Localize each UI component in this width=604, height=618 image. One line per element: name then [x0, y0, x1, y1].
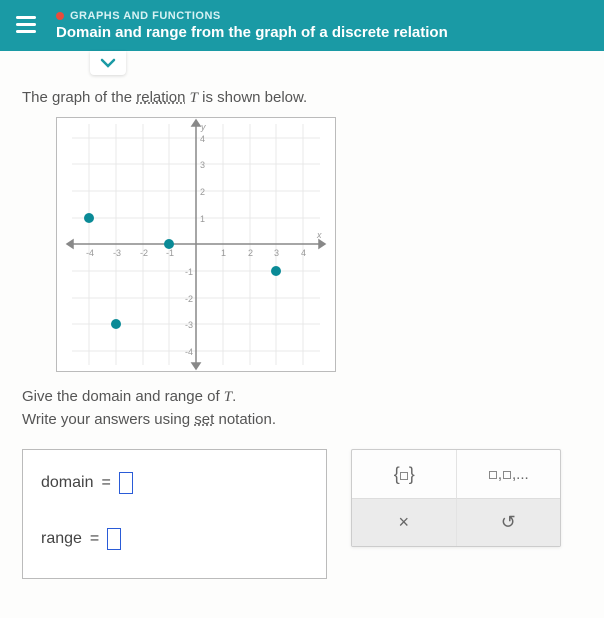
category-label: GRAPHS AND FUNCTIONS — [56, 10, 588, 22]
instructions: Give the domain and range of T. Write yo… — [22, 386, 582, 431]
answer-box: domain = range = — [22, 449, 327, 579]
menu-icon[interactable] — [16, 16, 36, 33]
x-tick: -4 — [86, 248, 94, 258]
x-axis-label: x — [316, 230, 322, 240]
x-tick: 3 — [274, 248, 279, 258]
prompt-text: The graph of the relation T is shown bel… — [22, 89, 582, 107]
y-tick: -3 — [185, 320, 193, 330]
page-title: Domain and range from the graph of a dis… — [56, 24, 588, 41]
instr-var: T — [224, 389, 232, 405]
equals-sign: = — [101, 474, 110, 492]
data-point — [164, 239, 174, 249]
range-input[interactable] — [107, 528, 121, 550]
domain-input[interactable] — [119, 472, 133, 494]
instr2-pre: Write your answers using — [22, 411, 194, 428]
undo-button[interactable]: ↺ — [457, 498, 561, 546]
y-tick: -2 — [185, 294, 193, 304]
set-braces-button[interactable]: {} — [352, 450, 457, 498]
prompt-pre: The graph of the — [22, 89, 136, 106]
range-row: range = — [41, 528, 308, 550]
instr-pre: Give the domain and range of — [22, 388, 224, 405]
instr-post: . — [232, 388, 236, 405]
x-tick: -1 — [166, 248, 174, 258]
y-tick: -1 — [185, 267, 193, 277]
expand-tab[interactable] — [90, 51, 126, 75]
instr2-post: notation. — [214, 411, 276, 428]
red-dot-icon — [56, 12, 64, 20]
y-tick: 1 — [200, 214, 205, 224]
x-tick: -3 — [113, 248, 121, 258]
set-term[interactable]: set — [194, 411, 214, 428]
app-header: GRAPHS AND FUNCTIONS Domain and range fr… — [0, 0, 604, 51]
data-point — [111, 319, 121, 329]
scatter-chart: -4 -3 -2 -1 1 2 3 4 4 3 2 1 -1 -2 -3 -4 … — [57, 118, 335, 371]
x-tick: 1 — [221, 248, 226, 258]
domain-label: domain — [41, 474, 93, 492]
clear-button[interactable]: × — [352, 498, 457, 546]
chevron-down-icon — [100, 58, 116, 68]
undo-icon: ↺ — [501, 512, 516, 533]
prompt-post: is shown below. — [198, 89, 307, 106]
prompt-var: T — [190, 90, 198, 106]
equals-sign: = — [90, 530, 99, 548]
y-tick: 3 — [200, 160, 205, 170]
data-point — [84, 213, 94, 223]
x-tick: 4 — [301, 248, 306, 258]
x-tick: -2 — [140, 248, 148, 258]
content-area: The graph of the relation T is shown bel… — [0, 75, 604, 593]
y-tick: -4 — [185, 347, 193, 357]
y-tick: 4 — [200, 134, 205, 144]
list-button[interactable]: ,,... — [457, 450, 561, 498]
tool-panel: {} ,,... × ↺ — [351, 449, 561, 547]
range-label: range — [41, 530, 82, 548]
y-axis-label: y — [200, 122, 206, 132]
close-icon: × — [398, 512, 409, 533]
x-tick: 2 — [248, 248, 253, 258]
category-text: GRAPHS AND FUNCTIONS — [70, 10, 221, 22]
domain-row: domain = — [41, 472, 308, 494]
y-tick: 2 — [200, 187, 205, 197]
data-point — [271, 266, 281, 276]
graph-plot: -4 -3 -2 -1 1 2 3 4 4 3 2 1 -1 -2 -3 -4 … — [56, 117, 336, 372]
relation-term[interactable]: relation — [136, 89, 185, 106]
